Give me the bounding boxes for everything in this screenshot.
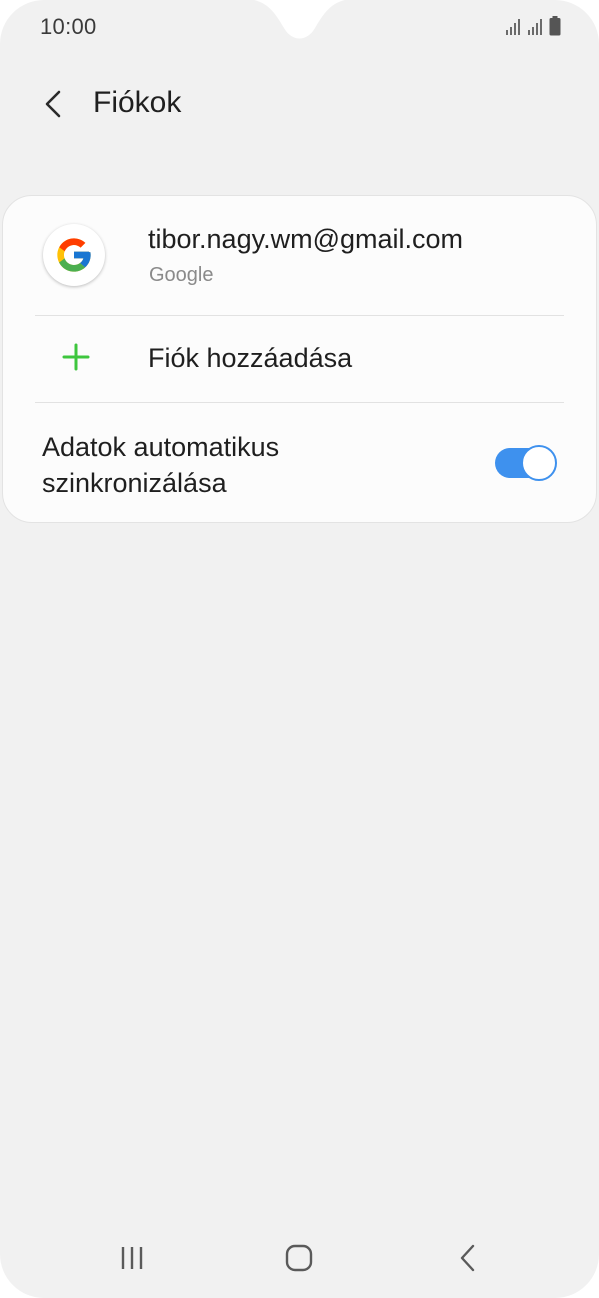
- add-account-button[interactable]: Fiók hozzáadása: [3, 316, 596, 403]
- account-email: tibor.nagy.wm@gmail.com: [148, 224, 464, 254]
- back-button[interactable]: [30, 80, 78, 128]
- phone-screen: 10:00 Fiókok tibor.nagy.wm@gmail.com Goo…: [0, 0, 599, 1298]
- page-title: Fiókok: [93, 86, 182, 119]
- toggle-knob: [521, 445, 557, 481]
- recents-button[interactable]: [112, 1238, 152, 1278]
- home-button[interactable]: [279, 1238, 319, 1278]
- home-icon: [285, 1244, 313, 1272]
- google-g-icon: [57, 238, 91, 272]
- signal-icon-2: [528, 19, 542, 35]
- recents-icon: [121, 1247, 143, 1269]
- add-account-label: Fiók hozzáadása: [148, 343, 353, 373]
- status-time: 10:00: [40, 14, 97, 39]
- navigation-bar: [0, 1220, 599, 1298]
- battery-icon: [549, 16, 561, 36]
- camera-notch: [253, 0, 346, 39]
- account-type: Google: [149, 264, 214, 286]
- account-avatar: [43, 224, 105, 286]
- plus-icon: [62, 343, 90, 371]
- auto-sync-label: Adatok automatikus szinkronizálása: [42, 432, 280, 498]
- accounts-card: tibor.nagy.wm@gmail.com Google Fiók hozz…: [2, 195, 597, 523]
- back-icon: [460, 1244, 475, 1272]
- auto-sync-toggle[interactable]: [495, 445, 557, 481]
- auto-sync-row[interactable]: Adatok automatikus szinkronizálása: [3, 403, 596, 523]
- app-header: Fiókok: [0, 72, 599, 136]
- signal-icon: [506, 19, 520, 35]
- status-icons: [505, 16, 561, 36]
- account-item-google[interactable]: tibor.nagy.wm@gmail.com Google: [3, 196, 596, 316]
- nav-back-button[interactable]: [448, 1238, 488, 1278]
- chevron-left-icon: [45, 90, 61, 118]
